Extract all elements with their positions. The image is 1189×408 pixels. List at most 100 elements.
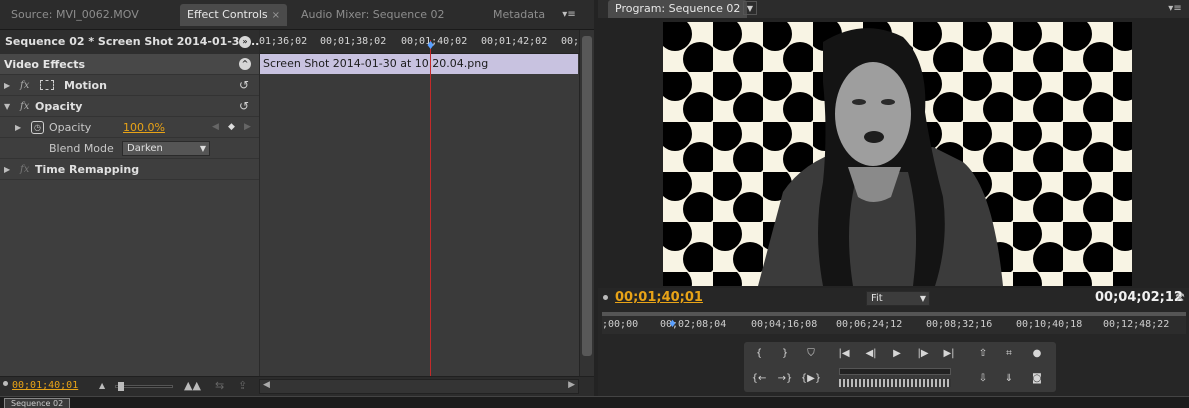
effect-controls-panel: Source: MVI_0062.MOV Effect Controls × Au… xyxy=(0,0,594,396)
step-back-icon[interactable]: ◀| xyxy=(860,345,882,363)
ruler-label: 00;04;16;08 xyxy=(751,319,818,330)
tab-sequence[interactable]: Sequence 02 xyxy=(4,398,71,408)
opacity-property: ▶ ◷ Opacity 100.0% ◀ ◆ ▶ xyxy=(0,117,259,138)
video-frame xyxy=(663,22,1132,286)
fx-icon[interactable]: fx xyxy=(20,159,29,180)
expand-triangle-icon[interactable]: ▶ xyxy=(4,159,10,180)
add-keyframe-icon[interactable]: ◆ xyxy=(228,117,235,138)
effect-controls-footer: 00;01;40;01 ▲ ▲▲ ⇆ ⇪ ◀ ▶ xyxy=(0,376,594,396)
horizontal-scrollbar[interactable]: ◀ ▶ xyxy=(259,379,579,394)
ruler-label: 01;36;02 xyxy=(259,36,308,47)
menu-icon[interactable]: ▾≡ xyxy=(560,8,578,22)
effect-opacity[interactable]: ▼ fx Opacity ↺ xyxy=(0,96,259,117)
tab-effect-controls[interactable]: Effect Controls × xyxy=(180,4,288,26)
vertical-scrollbar[interactable] xyxy=(579,30,594,376)
time-remapping-label: Time Remapping xyxy=(35,163,140,176)
effect-timeline[interactable]: 01;36;02 00;01;38;02 00;01;40;02 00;01;4… xyxy=(259,30,580,376)
video-effects-header: Video Effects ^ xyxy=(0,54,259,75)
chevron-down-icon: ▼ xyxy=(919,294,926,303)
next-keyframe-icon[interactable]: ▶ xyxy=(244,117,251,138)
export-frame-icon[interactable]: ◙ xyxy=(1026,370,1048,388)
expand-triangle-icon[interactable]: ▶ xyxy=(4,75,10,96)
extract-icon[interactable]: ⇩ xyxy=(972,370,994,388)
expand-triangle-icon[interactable]: ▶ xyxy=(15,117,21,138)
mark-in-icon[interactable]: { xyxy=(748,345,770,363)
collapse-triangle-icon[interactable]: ▼ xyxy=(4,96,10,117)
blend-mode-property: Blend Mode Darken ▼ xyxy=(0,138,259,159)
zoom-slider-thumb[interactable] xyxy=(118,382,124,391)
safe-margins-icon[interactable]: ⌗ xyxy=(998,345,1020,363)
shuttle-slider[interactable] xyxy=(839,368,951,375)
zoom-out-mountain-icon[interactable]: ▲ xyxy=(99,381,105,390)
scroll-thumb[interactable] xyxy=(582,36,592,356)
playhead-line[interactable] xyxy=(430,40,431,376)
motion-label: Motion xyxy=(64,79,107,92)
clip-bar[interactable]: Screen Shot 2014-01-30 at 10.20.04.png xyxy=(260,54,578,74)
fx-icon[interactable]: fx xyxy=(20,96,29,117)
go-to-out-icon[interactable]: ▶| xyxy=(938,345,960,363)
effect-time-remapping[interactable]: ▶ fx Time Remapping xyxy=(0,159,259,180)
opacity-value[interactable]: 100.0% xyxy=(123,117,165,138)
polka-dot-background xyxy=(663,22,1132,286)
ruler-label: 00;01;42;02 xyxy=(481,36,548,47)
blend-mode-select[interactable]: Darken ▼ xyxy=(122,141,210,156)
loop-icon[interactable]: →} xyxy=(774,370,796,388)
stopwatch-icon[interactable]: ◷ xyxy=(31,121,44,134)
scroll-right-icon[interactable]: ▶ xyxy=(568,380,575,390)
show-timeline-icon[interactable]: » xyxy=(239,36,251,48)
loop-icon[interactable]: ⇆ xyxy=(215,379,224,392)
zoom-fit-select[interactable]: Fit ▼ xyxy=(866,291,930,306)
settings-wrench-icon[interactable]: ⚒ xyxy=(1175,291,1185,304)
jog-disk[interactable] xyxy=(839,379,951,387)
program-monitor-viewer[interactable] xyxy=(598,18,1189,288)
reset-icon[interactable]: ↺ xyxy=(237,78,251,92)
left-tab-bar: Source: MVI_0062.MOV Effect Controls × Au… xyxy=(0,0,594,30)
fx-icon[interactable]: fx xyxy=(20,75,29,96)
tab-source[interactable]: Source: MVI_0062.MOV xyxy=(4,4,146,26)
ruler-label: 00;12;48;22 xyxy=(1103,319,1170,330)
program-current-timecode[interactable]: 00;01;40;01 xyxy=(615,290,703,305)
blend-mode-label: Blend Mode xyxy=(49,142,114,155)
playhead-handle-icon[interactable]: ♦ xyxy=(425,40,436,52)
export-icon[interactable]: ⇪ xyxy=(238,379,247,392)
tab-audio-mixer[interactable]: Audio Mixer: Sequence 02 xyxy=(294,4,452,26)
ruler-label: 00;10;40;18 xyxy=(1016,319,1083,330)
sequence-clip-header: Sequence 02 * Screen Shot 2014-01-30 ... xyxy=(0,30,259,54)
reset-icon[interactable]: ↺ xyxy=(237,99,251,113)
program-tab-bar: Program: Sequence 02 ▼ ▾≡ xyxy=(598,0,1189,18)
scroll-left-icon[interactable]: ◀ xyxy=(263,380,270,390)
step-forward-icon[interactable]: |▶ xyxy=(912,345,934,363)
tab-metadata[interactable]: Metadata xyxy=(486,4,552,26)
status-dot-icon xyxy=(603,295,608,300)
effect-properties: Sequence 02 * Screen Shot 2014-01-30 ...… xyxy=(0,30,259,376)
lift-icon[interactable]: ⇧ xyxy=(972,345,994,363)
transform-icon[interactable] xyxy=(40,80,54,90)
go-to-in-icon[interactable]: |◀ xyxy=(833,345,855,363)
opacity-effect-label: Opacity xyxy=(35,100,83,113)
overwrite-icon[interactable]: ⇓ xyxy=(998,370,1020,388)
menu-icon[interactable]: ▾≡ xyxy=(1166,2,1184,16)
effect-motion[interactable]: ▶ fx Motion ↺ xyxy=(0,75,259,96)
timeline-ruler[interactable]: 01;36;02 00;01;38;02 00;01;40;02 00;01;4… xyxy=(259,30,580,54)
add-marker-icon[interactable]: ⛉ xyxy=(800,345,822,363)
status-dot-icon xyxy=(3,381,8,386)
close-icon[interactable]: × xyxy=(272,10,280,21)
current-time-display[interactable]: 00;01;40;01 xyxy=(12,380,78,391)
program-timecode-row: 00;01;40;01 Fit ▼ 00;04;02;12 ⚒ xyxy=(598,288,1189,310)
program-time-ruler[interactable]: ;00;00 00;02;08;04 00;04;16;08 00;06;24;… xyxy=(602,312,1186,334)
sequence-duration: 00;04;02;12 xyxy=(1095,290,1183,305)
prev-keyframe-icon[interactable]: ◀ xyxy=(212,117,219,138)
output-icon[interactable]: ● xyxy=(1026,345,1048,363)
playhead-handle-icon[interactable]: ♦ xyxy=(668,319,677,330)
zoom-in-mountain-icon[interactable]: ▲▲ xyxy=(184,379,201,392)
play-in-to-out-icon[interactable]: {← xyxy=(748,370,770,388)
tab-program[interactable]: Program: Sequence 02 xyxy=(608,0,748,18)
play-around-icon[interactable]: {▶} xyxy=(800,370,822,388)
play-icon[interactable]: ▶ xyxy=(886,345,908,363)
ruler-label: 00; xyxy=(561,36,580,47)
ruler-label: 00;08;32;16 xyxy=(926,319,993,330)
chevron-down-icon[interactable]: ▼ xyxy=(743,1,757,15)
collapse-icon[interactable]: ^ xyxy=(239,58,251,70)
ruler-label: 00;01;38;02 xyxy=(320,36,387,47)
mark-out-icon[interactable]: } xyxy=(774,345,796,363)
